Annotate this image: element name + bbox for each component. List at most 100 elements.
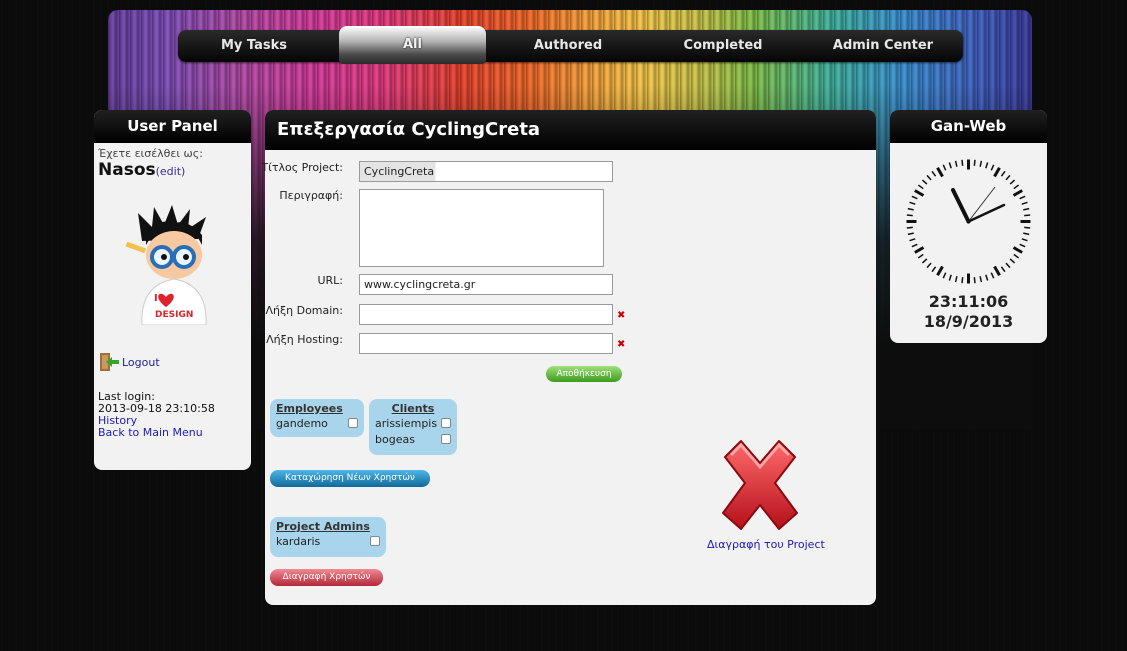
clock-tick <box>1005 262 1011 269</box>
clock-tick <box>990 272 995 279</box>
clock-tick <box>942 164 947 171</box>
clock-tick <box>911 195 918 200</box>
clock-tick <box>1021 238 1028 242</box>
clock-tick <box>1024 214 1031 217</box>
clock-tick <box>909 201 916 205</box>
logout-icon <box>100 353 119 371</box>
clock-tick <box>973 159 976 166</box>
clock-tick <box>1012 189 1023 197</box>
clock-tick <box>1024 226 1031 229</box>
clock-tick <box>921 179 928 185</box>
clients-box: Clients arissiempis bogeas <box>369 399 457 455</box>
client-checkbox[interactable] <box>441 418 451 428</box>
nav-all[interactable]: All <box>339 26 486 64</box>
clock-tick <box>1005 174 1011 181</box>
project-admins-title: Project Admins <box>276 520 370 533</box>
url-row: URL: <box>265 274 865 298</box>
nav-my-tasks[interactable]: My Tasks <box>194 30 314 62</box>
edit-project-panel: Επεξεργασία CyclingCreta Τίτλος Project:… <box>261 110 876 605</box>
clock-tick <box>1009 258 1016 264</box>
page-title: Επεξεργασία CyclingCreta <box>265 110 876 150</box>
project-title-input[interactable] <box>359 161 613 182</box>
clock-tick <box>914 189 925 197</box>
user-avatar: I DESIGN <box>124 205 224 326</box>
admin-checkbox[interactable] <box>370 536 380 546</box>
clients-title: Clients <box>391 402 435 415</box>
clock-tick <box>1012 246 1023 254</box>
domain-expiry-input[interactable] <box>359 304 613 325</box>
clock-tick <box>1009 179 1016 185</box>
clock-tick <box>1000 170 1006 177</box>
clock-panel: Gan-Web 23:11:06 18/9/2013 <box>890 110 1047 343</box>
logout-label: Logout <box>122 355 160 369</box>
delete-project-icon[interactable] <box>715 435 805 535</box>
clock-tick <box>990 164 995 171</box>
clock-tick <box>973 277 976 284</box>
clock-tick <box>926 174 932 181</box>
nav-admin-center[interactable]: Admin Center <box>818 30 948 62</box>
clock-tick <box>948 274 952 281</box>
save-button[interactable]: Αποθήκευση <box>546 366 622 382</box>
domain-expiry-label: Λήξη Domain: <box>265 304 344 317</box>
clock-tick <box>907 232 914 236</box>
project-title-label: Τίτλος Project: <box>261 161 343 174</box>
delete-users-button[interactable]: Διαγραφή Χρηστών <box>270 569 383 586</box>
page-background: My Tasks All Authored Completed Admin Ce… <box>0 0 1127 651</box>
clock-tick <box>906 226 913 229</box>
clock-tick <box>954 160 958 167</box>
clock-tick <box>914 246 925 254</box>
clock-date: 18/9/2013 <box>923 312 1014 331</box>
clock-tick <box>926 262 932 269</box>
project-admins-box: Project Admins kardaris <box>270 517 386 557</box>
hosting-clear-icon[interactable]: ✖ <box>617 339 625 350</box>
clock-tick <box>1019 243 1026 248</box>
client-name: arissiempis <box>375 416 438 430</box>
employees-box: Employees gandemo <box>270 399 364 437</box>
main-navbar: My Tasks All Authored Completed Admin Ce… <box>178 26 963 64</box>
clock-tick <box>1023 207 1030 211</box>
clock-tick <box>993 265 1001 276</box>
description-label: Περιγραφή: <box>279 189 343 202</box>
add-new-users-button[interactable]: Καταχώρηση Νέων Χρηστών <box>270 470 430 487</box>
clock-tick <box>1019 195 1026 200</box>
clock-tick <box>936 265 944 276</box>
clock-tick <box>961 277 964 284</box>
clock-tick <box>985 162 989 169</box>
clock-time: 23:11:06 <box>928 292 1009 311</box>
employees-title: Employees <box>276 402 343 415</box>
nav-completed[interactable]: Completed <box>663 30 783 62</box>
nav-authored[interactable]: Authored <box>508 30 628 62</box>
clock-panel-title: Gan-Web <box>890 110 1047 143</box>
hosting-expiry-input[interactable] <box>359 333 613 354</box>
url-input[interactable] <box>359 274 613 295</box>
clock-tick <box>1000 266 1006 273</box>
admin-name: kardaris <box>276 534 321 548</box>
clock-tick <box>985 274 989 281</box>
hosting-row: Λήξη Hosting: ✖ <box>265 333 865 357</box>
logout-link[interactable]: Logout <box>98 353 160 371</box>
clock-tick <box>917 184 924 190</box>
employee-checkbox[interactable] <box>348 418 358 428</box>
clock-tick <box>909 238 916 242</box>
title-row: Τίτλος Project: <box>261 161 865 185</box>
back-to-main-menu-link[interactable]: Back to Main Menu <box>98 427 215 439</box>
edit-profile-link[interactable]: (edit) <box>156 165 186 178</box>
client-checkbox[interactable] <box>441 434 451 444</box>
last-login-info: Last login: 2013-09-18 23:10:58 History … <box>98 391 215 439</box>
hosting-expiry-label: Λήξη Hosting: <box>266 333 343 346</box>
url-label: URL: <box>317 274 343 287</box>
domain-clear-icon[interactable]: ✖ <box>617 310 625 321</box>
clock-tick <box>911 243 918 248</box>
delete-project-link[interactable]: Διαγραφή του Project <box>707 538 825 551</box>
clock-tick <box>979 160 983 167</box>
clock-tick <box>931 170 937 177</box>
employee-name: gandemo <box>276 416 328 430</box>
clock-tick <box>1013 184 1020 190</box>
svg-text:I: I <box>154 293 158 304</box>
clock-tick <box>942 272 947 279</box>
user-panel: User Panel Έχετε εισέλθει ως: Nasos(edit… <box>94 110 251 470</box>
description-textarea[interactable] <box>359 189 604 267</box>
clock-tick <box>1013 253 1020 259</box>
domain-row: Λήξη Domain: ✖ <box>265 304 865 328</box>
analog-clock-icon <box>906 159 1031 284</box>
